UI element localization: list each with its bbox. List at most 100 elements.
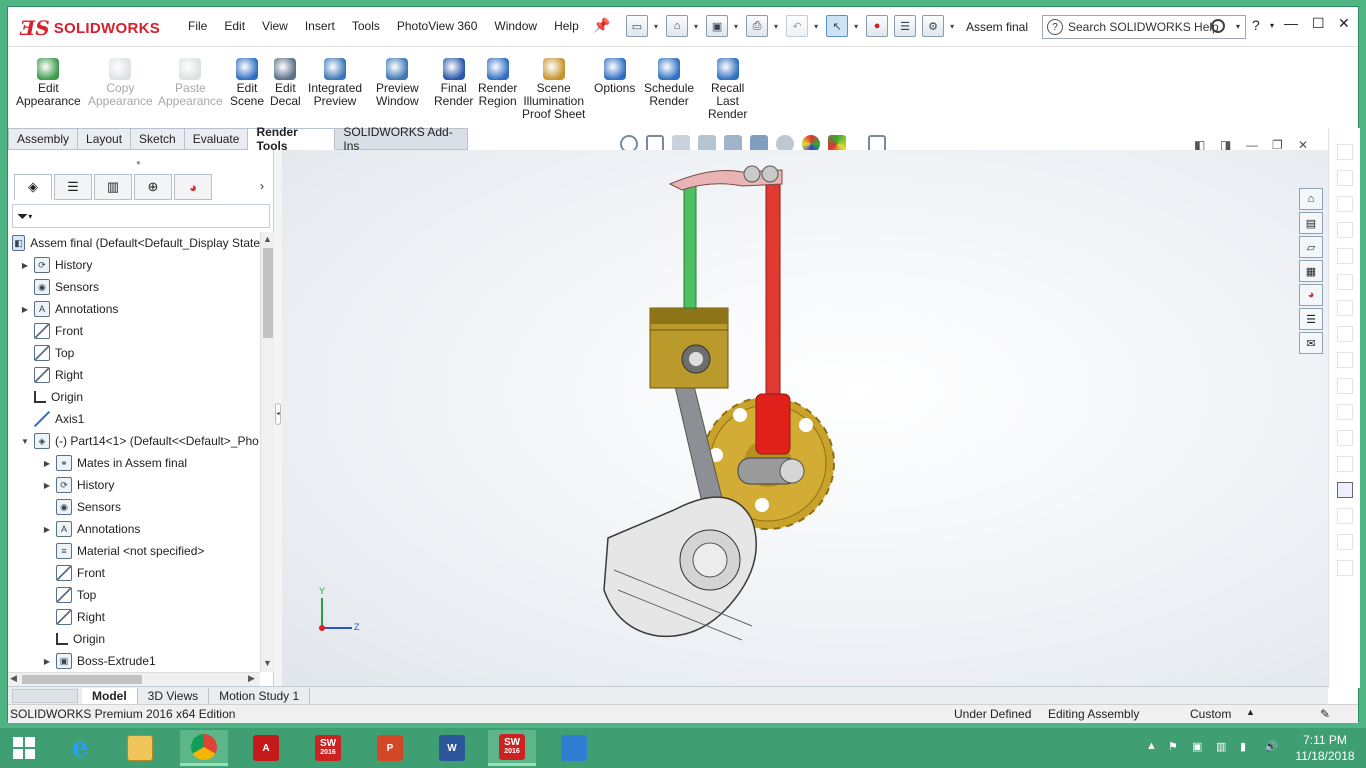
open-folder-icon[interactable]: ⌂ (666, 15, 689, 37)
tree-root-assembly[interactable]: ◧ Assem final (Default<Default_Display S… (8, 232, 260, 254)
system-clock[interactable]: 7:11 PM 11/18/2018 (1290, 732, 1360, 764)
show-hidden-icons-icon[interactable]: ▲ (1146, 740, 1157, 752)
rocker-arm-part[interactable] (668, 165, 783, 191)
preview-window-button[interactable]: Preview Window (376, 58, 419, 108)
sketch-icon[interactable] (1337, 482, 1353, 498)
expand-arrow-icon[interactable]: ▶ (20, 261, 30, 270)
recall-last-render-button[interactable]: Recall Last Render (708, 58, 747, 121)
expand-arrow-icon[interactable]: ▶ (42, 525, 52, 534)
tab-layout[interactable]: Layout (78, 128, 132, 150)
menu-edit[interactable]: Edit (224, 19, 245, 33)
menu-insert[interactable]: Insert (305, 19, 335, 33)
menu-tools[interactable]: Tools (352, 19, 380, 33)
tree-item-sensors[interactable]: ◉ Sensors (8, 496, 260, 518)
tree-item-plane[interactable]: Top (8, 584, 260, 606)
gear-icon[interactable]: ⚙ (922, 15, 945, 37)
green-rod-part[interactable] (683, 183, 697, 309)
propertymanager-tab-icon[interactable]: ☰ (54, 174, 92, 200)
help-dropdown-icon[interactable]: ▾ (1270, 21, 1274, 30)
select-cursor-icon[interactable]: ↖ (826, 15, 849, 37)
tree-item-extrude[interactable]: ▶ ▣ Boss-Extrude1 (8, 650, 260, 672)
scroll-thumb[interactable] (263, 248, 273, 338)
scroll-up-icon[interactable]: ▲ (263, 234, 272, 244)
displaymanager-tab-icon[interactable]: ◕ (174, 174, 212, 200)
chrome-icon[interactable] (180, 730, 228, 766)
tree-item-sensors[interactable]: ◉ Sensors (8, 276, 260, 298)
edit-appearance-button[interactable]: Edit Appearance (16, 58, 81, 108)
tree-item-plane[interactable]: Right (8, 364, 260, 386)
tree-item-plane[interactable]: Right (8, 606, 260, 628)
minimize-icon[interactable]: — (1284, 15, 1298, 31)
edit-decal-button[interactable]: Edit Decal (270, 58, 301, 108)
new-document-icon[interactable]: ▭ (626, 15, 648, 37)
chevron-right-icon[interactable]: › (260, 179, 264, 193)
tree-item-history[interactable]: ▶ ⟳ History (8, 254, 260, 276)
filter-funnel-icon[interactable]: ⏷ (17, 208, 28, 225)
search-input[interactable]: Search SOLIDWORKS Help (1068, 20, 1219, 34)
save-dropdown-icon[interactable]: ▾ (734, 22, 738, 31)
tab-model[interactable]: Model (82, 687, 138, 704)
tree-item-mates[interactable]: ▶ ⚭ Mates in Assem final (8, 452, 260, 474)
save-icon[interactable]: ▣ (706, 15, 729, 37)
solidworks-active-taskbar-icon[interactable]: SW 2016 (488, 730, 536, 766)
shaft-part[interactable] (737, 457, 805, 485)
new-dropdown-icon[interactable]: ▾ (654, 22, 658, 31)
undo-dropdown-icon[interactable]: ▾ (814, 22, 818, 31)
relation-icon[interactable] (1337, 508, 1353, 524)
tab-evaluate[interactable]: Evaluate (184, 128, 249, 150)
scene-illumination-button[interactable]: Scene Illumination Proof Sheet (522, 58, 585, 121)
tab-render-tools[interactable]: Render Tools (248, 125, 336, 153)
tree-item-part[interactable]: ▼ ◈ (-) Part14<1> (Default<<Default>_Pho (8, 430, 260, 452)
expand-arrow-icon[interactable]: ▶ (42, 459, 52, 468)
tree-item-annotations[interactable]: ▶ A Annotations (8, 298, 260, 320)
pin-icon[interactable]: 📌 (593, 17, 610, 34)
tab-assembly[interactable]: Assembly (8, 128, 79, 150)
copy-appearance-button[interactable]: Copy Appearance (88, 58, 153, 108)
schedule-render-button[interactable]: Schedule Render (644, 58, 694, 108)
maximize-icon[interactable]: ☐ (1312, 15, 1325, 32)
solidworks-resources-home-icon[interactable]: ⌂ (1299, 188, 1323, 210)
display-icon[interactable]: ▣ (1192, 740, 1202, 753)
final-render-button[interactable]: Final Render (434, 58, 473, 108)
red-rod-part[interactable] (755, 177, 791, 455)
featuremanager-tree-tab-icon[interactable]: ◈ (14, 174, 52, 200)
render-region-button[interactable]: Render Region (478, 58, 517, 108)
scroll-thumb-horizontal[interactable] (22, 675, 142, 684)
tab-3d-views[interactable]: 3D Views (138, 687, 210, 704)
tab-solidworks-add-ins[interactable]: SOLIDWORKS Add-Ins (335, 125, 468, 153)
panel-grip-icon[interactable]: ● (136, 158, 141, 167)
rectangle-icon[interactable] (1337, 170, 1353, 186)
centerline-icon[interactable] (1337, 560, 1353, 576)
solidworks-forum-icon[interactable]: ✉ (1299, 332, 1323, 354)
corner-icon[interactable] (1337, 456, 1353, 472)
expand-arrow-icon[interactable]: ▶ (42, 657, 52, 666)
options-dropdown-icon[interactable]: ▾ (950, 22, 954, 31)
word-icon[interactable]: W (428, 730, 476, 766)
configurationmanager-tab-icon[interactable]: ▥ (94, 174, 132, 200)
print-icon[interactable]: ⎙ (746, 15, 769, 37)
panel-splitter[interactable]: ◂ (274, 150, 282, 687)
line-icon[interactable] (1337, 430, 1353, 446)
arc-icon[interactable] (1337, 404, 1353, 420)
scroll-right-icon[interactable]: ▶ (248, 673, 255, 684)
volume-icon[interactable]: 🔊 (1264, 740, 1278, 753)
tree-item-plane[interactable]: Top (8, 342, 260, 364)
select-dropdown-icon[interactable]: ▾ (854, 22, 858, 31)
tree-item-plane[interactable]: Front (8, 320, 260, 342)
tree-item-plane[interactable]: Front (8, 562, 260, 584)
crankshaft-part[interactable] (603, 496, 758, 641)
file-explorer-icon[interactable] (116, 730, 164, 766)
piston-part[interactable] (649, 307, 729, 389)
tab-sketch[interactable]: Sketch (131, 128, 185, 150)
tree-item-origin[interactable]: Origin (8, 386, 260, 408)
scroll-down-icon[interactable]: ▼ (263, 658, 272, 668)
print-dropdown-icon[interactable]: ▾ (774, 22, 778, 31)
search-help-box[interactable]: ? Search SOLIDWORKS Help ▾ (1042, 15, 1246, 39)
tree-item-history[interactable]: ▶ ⟳ History (8, 474, 260, 496)
menu-photoview-360[interactable]: PhotoView 360 (397, 19, 478, 33)
search-dropdown-icon[interactable]: ▾ (1236, 22, 1240, 31)
file-explorer-icon[interactable]: ▱ (1299, 236, 1323, 258)
appearances-scenes-decals-icon[interactable]: ◕ (1299, 284, 1323, 306)
tree-item-axis[interactable]: Axis1 (8, 408, 260, 430)
convert-icon[interactable] (1337, 300, 1353, 316)
